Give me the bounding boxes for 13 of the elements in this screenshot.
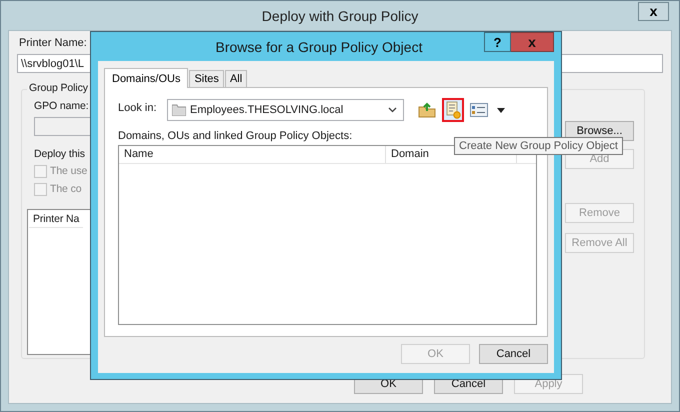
section-label: Deploy this [34,148,85,160]
list-label: Domains, OUs and linked Group Policy Objects: [118,130,352,142]
checkbox-label: The use [50,165,88,177]
dialog-title: Browse for a Group Policy Object [216,38,422,54]
tooltip: Create New Group Policy Object [454,137,623,155]
checkbox-label: The co [50,183,82,195]
group-box-label: Group Policy [27,82,90,94]
window-title: Deploy with Group Policy [262,8,418,24]
field-label: Printer Name: [19,37,87,49]
field-label: GPO name: [34,100,89,112]
field-label: Look in: [118,102,158,114]
column-header: Name [119,146,386,163]
column-header: Printer Na [29,211,84,228]
